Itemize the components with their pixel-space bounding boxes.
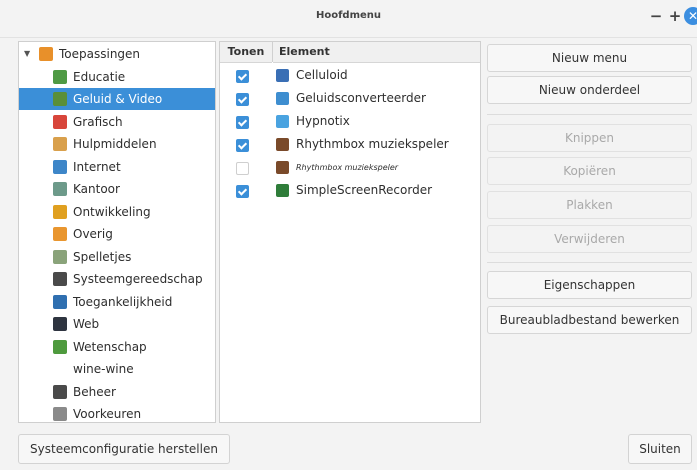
other-icon [53,227,67,241]
tree-item-label: Grafisch [73,114,123,129]
rhythmbox-icon [276,161,289,174]
button-separator [487,114,692,115]
element-row[interactable]: Hypnotix [220,110,480,133]
button-separator [487,262,692,263]
show-checkbox[interactable] [236,70,249,83]
element-label: Rhythmbox muziekspeler [296,137,449,151]
folder-orange-icon [39,47,53,61]
tree-item-label: Spelletjes [73,249,132,264]
title-bar: Hoofdmenu − + ✕ [0,0,697,38]
web-icon [53,317,67,331]
tree-item-label: Toepassingen [59,47,141,61]
tree-item-15[interactable]: Beheer [19,381,215,403]
screen-recorder-icon [276,184,289,197]
education-icon [53,69,67,84]
element-label: Geluidsconverteerder [296,91,426,105]
tree-item-3[interactable]: Grafisch [19,111,215,133]
tree-item-label: Wetenschap [73,339,147,354]
tree-item-label: Hulpmiddelen [73,137,157,151]
element-row[interactable]: Rhythmbox muziekspeler [220,156,480,179]
element-list[interactable]: Tonen Element Celluloid Geluidsconverteer… [219,41,481,423]
edit-desktop-file-button[interactable]: Bureaubladbestand bewerken [487,306,692,334]
tree-item-14[interactable]: wine-wine [19,358,215,380]
element-row[interactable]: Geluidsconverteerder [220,87,480,110]
new-item-button[interactable]: Nieuw onderdeel [487,76,692,104]
column-header-element[interactable]: Element [273,42,480,63]
tree-item-0[interactable]: ▼ Toepassingen [19,43,215,65]
celluloid-icon [276,69,289,82]
tree-item-label: Web [73,317,100,331]
tree-item-4[interactable]: Hulpmiddelen [19,133,215,155]
element-label: SimpleScreenRecorder [296,183,433,197]
window-title: Hoofdmenu [315,10,382,21]
close-window-icon[interactable]: ✕ [684,7,697,25]
tree-item-2[interactable]: Geluid & Video [19,88,215,110]
element-label: Rhythmbox muziekspeler [296,163,399,172]
sound-converter-icon [276,92,289,105]
tree-item-label: Toegankelijkheid [73,294,173,309]
tree-item-label: Internet [73,159,121,174]
administration-icon [53,384,67,399]
preferences-icon [53,407,67,421]
tree-item-11[interactable]: Toegankelijkheid [19,291,215,313]
tree-item-7[interactable]: Ontwikkeling [19,201,215,223]
expander-icon[interactable]: ▼ [24,43,30,65]
tree-item-16[interactable]: Voorkeuren [19,403,215,422]
delete-button[interactable]: Verwijderen [487,225,692,253]
accessories-icon [53,137,67,151]
tree-item-5[interactable]: Internet [19,156,215,178]
games-icon [53,249,67,264]
tree-item-label: Geluid & Video [73,92,163,106]
element-label: Hypnotix [296,114,350,128]
element-row[interactable]: Celluloid [220,64,480,87]
tree-item-label: Overig [73,227,113,241]
tree-item-12[interactable]: Web [19,313,215,335]
show-checkbox[interactable] [236,185,249,198]
tree-item-10[interactable]: Systeemgereedschap [19,268,215,290]
graphics-icon [53,114,67,129]
development-icon [53,204,67,219]
close-button[interactable]: Sluiten [628,434,692,464]
paste-button[interactable]: Plakken [487,191,692,219]
restore-system-config-button[interactable]: Systeemconfiguratie herstellen [18,434,230,464]
main-menu-editor-window: Hoofdmenu − + ✕ ▼ Toepassingen Educatie Gel… [0,0,697,470]
system-tools-icon [53,272,67,286]
element-row[interactable]: Rhythmbox muziekspeler [220,133,480,156]
show-checkbox[interactable] [236,162,249,175]
science-icon [53,339,67,354]
tree-item-label: Beheer [73,384,116,399]
rhythmbox-icon [276,138,289,151]
minimize-icon[interactable]: − [648,8,664,24]
tree-item-13[interactable]: Wetenschap [19,336,215,358]
office-icon [53,182,67,196]
tree-item-8[interactable]: Overig [19,223,215,245]
hypnotix-icon [276,115,289,128]
column-header-show[interactable]: Tonen [220,42,272,63]
maximize-icon[interactable]: + [667,8,683,24]
copy-button[interactable]: Kopiëren [487,157,692,185]
element-label: Celluloid [296,68,348,82]
tree-item-label: Systeemgereedschap [73,272,203,286]
tree-item-label: Kantoor [73,182,120,196]
tree-item-label: Voorkeuren [73,407,142,421]
accessibility-icon [53,294,67,309]
category-tree[interactable]: ▼ Toepassingen Educatie Geluid & Video Grafi… [18,41,216,423]
tree-item-1[interactable]: Educatie [19,66,215,88]
tree-item-6[interactable]: Kantoor [19,178,215,200]
show-checkbox[interactable] [236,93,249,106]
element-row[interactable]: SimpleScreenRecorder [220,179,480,202]
tree-item-label: Educatie [73,69,126,84]
properties-button[interactable]: Eigenschappen [487,271,692,299]
show-checkbox[interactable] [236,116,249,129]
show-checkbox[interactable] [236,139,249,152]
bottom-bar: Systeemconfiguratie herstellen Sluiten [0,424,697,470]
new-menu-button[interactable]: Nieuw menu [487,44,692,72]
tree-item-label: wine-wine [73,362,134,376]
internet-icon [53,159,67,174]
tree-item-9[interactable]: Spelletjes [19,246,215,268]
cut-button[interactable]: Knippen [487,124,692,152]
tree-item-label: Ontwikkeling [73,204,151,219]
multimedia-icon [53,92,67,106]
